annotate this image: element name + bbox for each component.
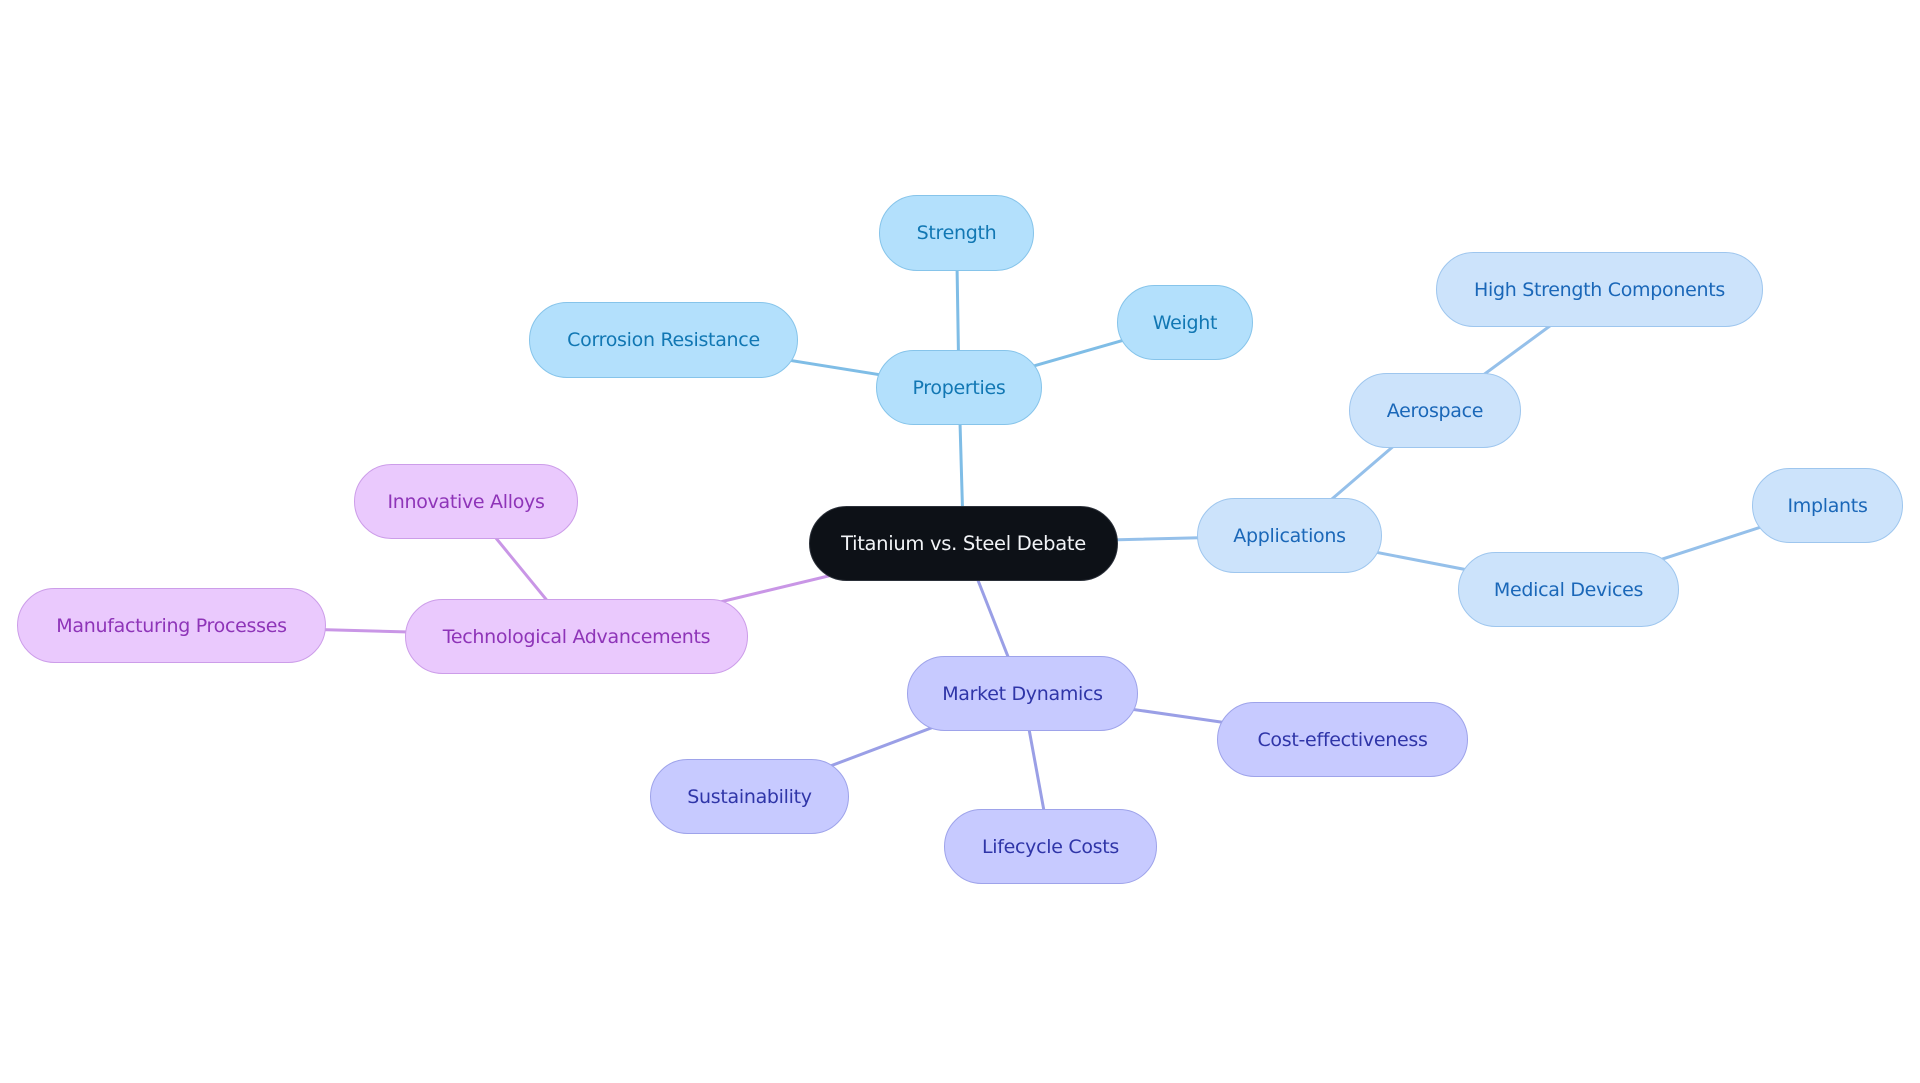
node-cost-effectiveness-label: Cost-effectiveness bbox=[1257, 728, 1428, 751]
node-implants[interactable]: Implants bbox=[1752, 468, 1903, 543]
node-implants-label: Implants bbox=[1787, 494, 1868, 517]
node-corrosion-resistance-label: Corrosion Resistance bbox=[567, 329, 760, 351]
node-manufacturing-processes-label: Manufacturing Processes bbox=[56, 614, 287, 637]
node-medical-devices[interactable]: Medical Devices bbox=[1458, 552, 1679, 627]
node-technological-advancements-label: Technological Advancements bbox=[442, 625, 711, 648]
root-node-label: Titanium vs. Steel Debate bbox=[841, 532, 1086, 555]
node-medical-devices-label: Medical Devices bbox=[1493, 578, 1644, 601]
node-applications-label: Applications bbox=[1233, 524, 1346, 547]
node-market-dynamics-label: Market Dynamics bbox=[942, 682, 1103, 705]
node-lifecycle-costs[interactable]: Lifecycle Costs bbox=[944, 809, 1157, 884]
node-strength-label: Strength bbox=[916, 222, 997, 244]
node-aerospace-label: Aerospace bbox=[1386, 399, 1484, 422]
node-technological-advancements[interactable]: Technological Advancements bbox=[405, 599, 748, 674]
node-high-strength-components-label: High Strength Components bbox=[1474, 278, 1725, 301]
node-strength[interactable]: Strength bbox=[879, 195, 1034, 271]
node-weight-label: Weight bbox=[1152, 311, 1218, 334]
node-sustainability-label: Sustainability bbox=[687, 785, 812, 808]
node-corrosion-resistance[interactable]: Corrosion Resistance bbox=[529, 302, 798, 378]
node-properties-label: Properties bbox=[912, 376, 1006, 399]
node-manufacturing-processes[interactable]: Manufacturing Processes bbox=[17, 588, 326, 663]
node-weight[interactable]: Weight bbox=[1117, 285, 1253, 360]
node-innovative-alloys[interactable]: Innovative Alloys bbox=[354, 464, 578, 539]
node-innovative-alloys-label: Innovative Alloys bbox=[387, 490, 545, 513]
node-sustainability[interactable]: Sustainability bbox=[650, 759, 849, 834]
mindmap-canvas: Titanium vs. Steel Debate Properties Str… bbox=[0, 0, 1920, 1083]
node-applications[interactable]: Applications bbox=[1197, 498, 1382, 573]
node-aerospace[interactable]: Aerospace bbox=[1349, 373, 1521, 448]
node-cost-effectiveness[interactable]: Cost-effectiveness bbox=[1217, 702, 1468, 777]
node-high-strength-components[interactable]: High Strength Components bbox=[1436, 252, 1763, 327]
node-lifecycle-costs-label: Lifecycle Costs bbox=[981, 835, 1120, 858]
root-node[interactable]: Titanium vs. Steel Debate bbox=[809, 506, 1118, 581]
node-market-dynamics[interactable]: Market Dynamics bbox=[907, 656, 1138, 731]
node-properties[interactable]: Properties bbox=[876, 350, 1042, 425]
